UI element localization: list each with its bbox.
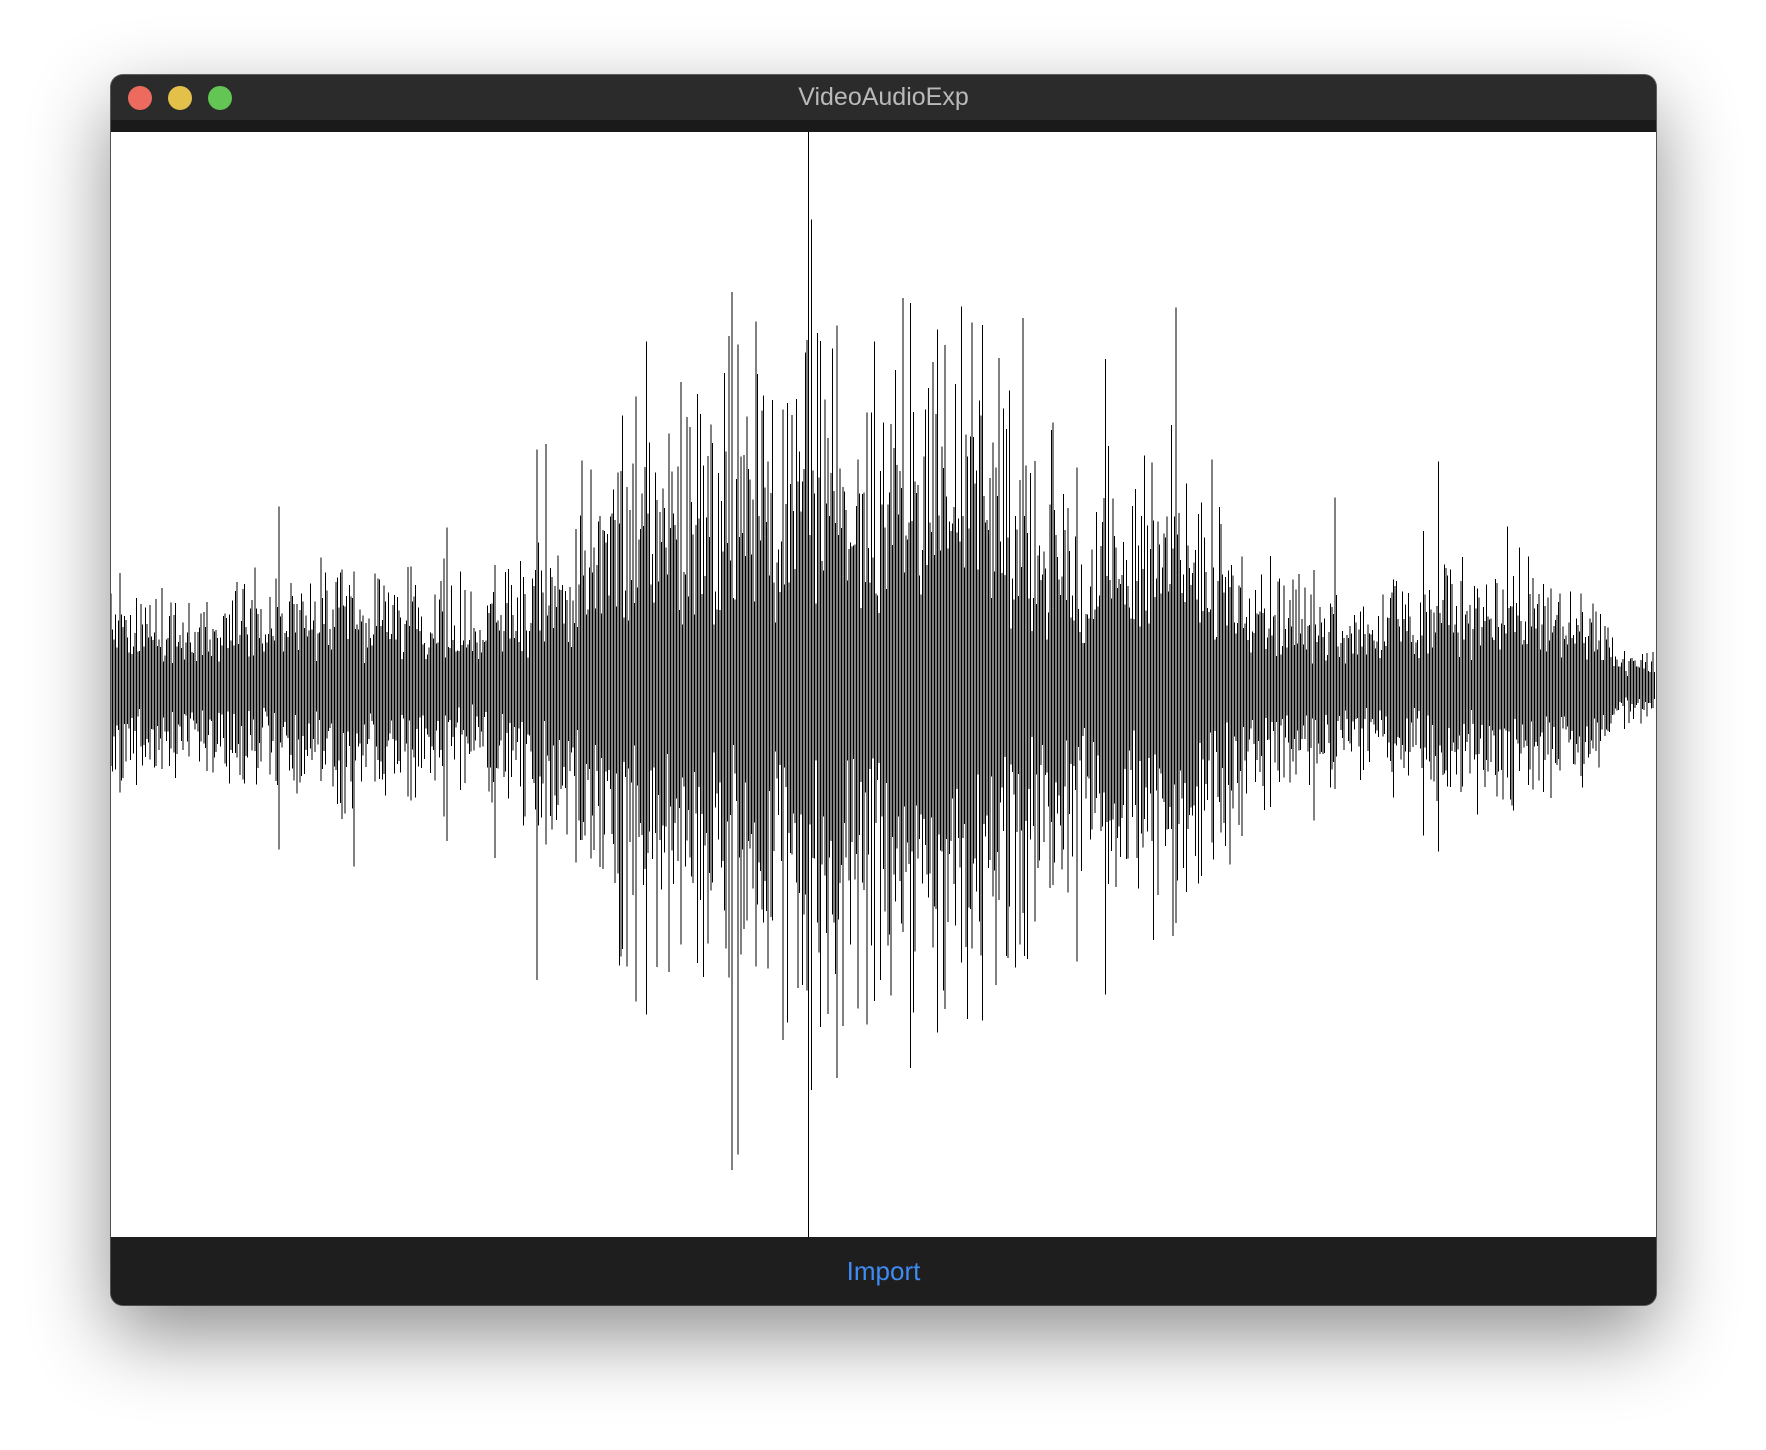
app-window: VideoAudioExp Import bbox=[111, 75, 1656, 1305]
window-title: VideoAudioExp bbox=[798, 83, 969, 111]
waveform-view bbox=[111, 132, 1656, 1237]
title-bar-separator bbox=[111, 120, 1656, 132]
import-button[interactable]: Import bbox=[833, 1250, 935, 1293]
bottom-toolbar: Import bbox=[111, 1237, 1656, 1305]
audio-waveform bbox=[111, 132, 1656, 1237]
title-bar[interactable]: VideoAudioExp bbox=[111, 75, 1656, 121]
